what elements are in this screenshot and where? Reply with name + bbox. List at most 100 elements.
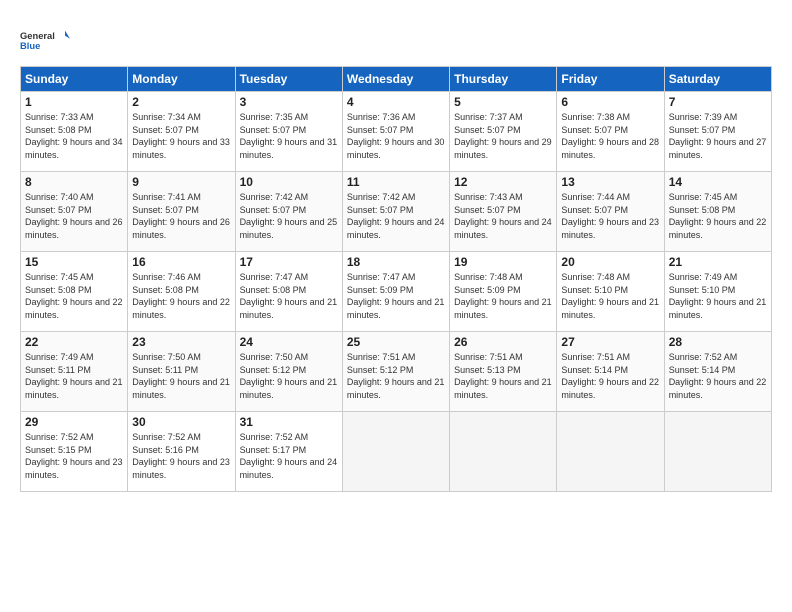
day-info: Sunrise: 7:52 AMSunset: 5:17 PMDaylight:… (240, 431, 338, 481)
calendar-cell: 2 Sunrise: 7:34 AMSunset: 5:07 PMDaylight… (128, 92, 235, 172)
day-info: Sunrise: 7:50 AMSunset: 5:11 PMDaylight:… (132, 351, 230, 401)
calendar-cell (342, 412, 449, 492)
day-info: Sunrise: 7:43 AMSunset: 5:07 PMDaylight:… (454, 191, 552, 241)
calendar-cell: 27Sunrise: 7:51 AMSunset: 5:14 PMDayligh… (557, 332, 664, 412)
week-row-2: 8 Sunrise: 7:40 AMSunset: 5:07 PMDaylight… (21, 172, 772, 252)
calendar-cell: 15 Sunrise: 7:45 AMSunset: 5:08 PMDayligh… (21, 252, 128, 332)
column-header-saturday: Saturday (664, 67, 771, 92)
day-info: Sunrise: 7:49 AMSunset: 5:11 PMDaylight:… (25, 351, 123, 401)
day-number: 1 (25, 95, 123, 109)
day-number: 22 (25, 335, 123, 349)
day-info: Sunrise: 7:45 AMSunset: 5:08 PMDaylight:… (669, 191, 767, 241)
calendar-cell: 1Sunrise: 7:33 AMSunset: 5:08 PMDaylight… (21, 92, 128, 172)
day-number: 3 (240, 95, 338, 109)
calendar-cell: 29Sunrise: 7:52 AMSunset: 5:15 PMDayligh… (21, 412, 128, 492)
day-info: Sunrise: 7:42 AMSunset: 5:07 PMDaylight:… (240, 191, 338, 241)
page-container: General Blue SundayMondayTuesdayWednesda… (0, 0, 792, 502)
day-info: Sunrise: 7:38 AMSunset: 5:07 PMDaylight:… (561, 111, 659, 161)
day-number: 17 (240, 255, 338, 269)
day-number: 30 (132, 415, 230, 429)
day-info: Sunrise: 7:39 AMSunset: 5:07 PMDaylight:… (669, 111, 767, 161)
calendar-cell: 11 Sunrise: 7:42 AMSunset: 5:07 PMDayligh… (342, 172, 449, 252)
week-row-4: 22 Sunrise: 7:49 AMSunset: 5:11 PMDayligh… (21, 332, 772, 412)
day-number: 6 (561, 95, 659, 109)
day-info: Sunrise: 7:34 AMSunset: 5:07 PMDaylight:… (132, 111, 230, 161)
day-number: 27 (561, 335, 659, 349)
day-number: 10 (240, 175, 338, 189)
calendar-cell (664, 412, 771, 492)
calendar-cell (557, 412, 664, 492)
day-number: 21 (669, 255, 767, 269)
day-number: 4 (347, 95, 445, 109)
header: General Blue (20, 16, 772, 60)
calendar-cell: 20Sunrise: 7:48 AMSunset: 5:10 PMDayligh… (557, 252, 664, 332)
calendar-cell: 26 Sunrise: 7:51 AMSunset: 5:13 PMDayligh… (450, 332, 557, 412)
calendar-cell: 7 Sunrise: 7:39 AMSunset: 5:07 PMDaylight… (664, 92, 771, 172)
day-number: 11 (347, 175, 445, 189)
day-info: Sunrise: 7:51 AMSunset: 5:13 PMDaylight:… (454, 351, 552, 401)
column-header-wednesday: Wednesday (342, 67, 449, 92)
calendar-cell: 9Sunrise: 7:41 AMSunset: 5:07 PMDaylight… (128, 172, 235, 252)
day-number: 26 (454, 335, 552, 349)
column-header-monday: Monday (128, 67, 235, 92)
logo: General Blue (20, 20, 70, 60)
day-number: 2 (132, 95, 230, 109)
calendar-cell: 16Sunrise: 7:46 AMSunset: 5:08 PMDayligh… (128, 252, 235, 332)
calendar-body: 1Sunrise: 7:33 AMSunset: 5:08 PMDaylight… (21, 92, 772, 492)
day-info: Sunrise: 7:52 AMSunset: 5:16 PMDaylight:… (132, 431, 230, 481)
calendar-cell: 4 Sunrise: 7:36 AMSunset: 5:07 PMDaylight… (342, 92, 449, 172)
calendar-header-row: SundayMondayTuesdayWednesdayThursdayFrid… (21, 67, 772, 92)
day-info: Sunrise: 7:49 AMSunset: 5:10 PMDaylight:… (669, 271, 767, 321)
day-number: 23 (132, 335, 230, 349)
day-info: Sunrise: 7:52 AMSunset: 5:14 PMDaylight:… (669, 351, 767, 401)
calendar-cell: 18Sunrise: 7:47 AMSunset: 5:09 PMDayligh… (342, 252, 449, 332)
calendar-cell: 23 Sunrise: 7:50 AMSunset: 5:11 PMDayligh… (128, 332, 235, 412)
week-row-5: 29Sunrise: 7:52 AMSunset: 5:15 PMDayligh… (21, 412, 772, 492)
week-row-1: 1Sunrise: 7:33 AMSunset: 5:08 PMDaylight… (21, 92, 772, 172)
day-number: 13 (561, 175, 659, 189)
day-number: 12 (454, 175, 552, 189)
calendar-cell: 3 Sunrise: 7:35 AMSunset: 5:07 PMDaylight… (235, 92, 342, 172)
svg-text:General: General (20, 31, 55, 41)
calendar-cell (450, 412, 557, 492)
calendar-cell: 13Sunrise: 7:44 AMSunset: 5:07 PMDayligh… (557, 172, 664, 252)
column-header-friday: Friday (557, 67, 664, 92)
day-number: 7 (669, 95, 767, 109)
calendar-table: SundayMondayTuesdayWednesdayThursdayFrid… (20, 66, 772, 492)
calendar-cell: 21 Sunrise: 7:49 AMSunset: 5:10 PMDayligh… (664, 252, 771, 332)
day-info: Sunrise: 7:42 AMSunset: 5:07 PMDaylight:… (347, 191, 445, 241)
day-info: Sunrise: 7:40 AMSunset: 5:07 PMDaylight:… (25, 191, 123, 241)
day-number: 14 (669, 175, 767, 189)
day-number: 5 (454, 95, 552, 109)
day-number: 25 (347, 335, 445, 349)
calendar-cell: 22 Sunrise: 7:49 AMSunset: 5:11 PMDayligh… (21, 332, 128, 412)
week-row-3: 15 Sunrise: 7:45 AMSunset: 5:08 PMDayligh… (21, 252, 772, 332)
column-header-thursday: Thursday (450, 67, 557, 92)
day-info: Sunrise: 7:45 AMSunset: 5:08 PMDaylight:… (25, 271, 123, 321)
day-info: Sunrise: 7:52 AMSunset: 5:15 PMDaylight:… (25, 431, 123, 481)
calendar-cell: 17 Sunrise: 7:47 AMSunset: 5:08 PMDayligh… (235, 252, 342, 332)
day-info: Sunrise: 7:51 AMSunset: 5:12 PMDaylight:… (347, 351, 445, 401)
day-info: Sunrise: 7:35 AMSunset: 5:07 PMDaylight:… (240, 111, 338, 161)
calendar-cell: 25 Sunrise: 7:51 AMSunset: 5:12 PMDayligh… (342, 332, 449, 412)
calendar-cell: 19 Sunrise: 7:48 AMSunset: 5:09 PMDayligh… (450, 252, 557, 332)
calendar-cell: 12 Sunrise: 7:43 AMSunset: 5:07 PMDayligh… (450, 172, 557, 252)
day-number: 15 (25, 255, 123, 269)
day-info: Sunrise: 7:41 AMSunset: 5:07 PMDaylight:… (132, 191, 230, 241)
day-info: Sunrise: 7:48 AMSunset: 5:09 PMDaylight:… (454, 271, 552, 321)
calendar-cell: 28 Sunrise: 7:52 AMSunset: 5:14 PMDayligh… (664, 332, 771, 412)
column-header-sunday: Sunday (21, 67, 128, 92)
calendar-cell: 10 Sunrise: 7:42 AMSunset: 5:07 PMDayligh… (235, 172, 342, 252)
calendar-cell: 30 Sunrise: 7:52 AMSunset: 5:16 PMDayligh… (128, 412, 235, 492)
day-info: Sunrise: 7:47 AMSunset: 5:09 PMDaylight:… (347, 271, 445, 321)
day-number: 8 (25, 175, 123, 189)
day-info: Sunrise: 7:50 AMSunset: 5:12 PMDaylight:… (240, 351, 338, 401)
day-info: Sunrise: 7:36 AMSunset: 5:07 PMDaylight:… (347, 111, 445, 161)
calendar-cell: 6 Sunrise: 7:38 AMSunset: 5:07 PMDaylight… (557, 92, 664, 172)
day-info: Sunrise: 7:48 AMSunset: 5:10 PMDaylight:… (561, 271, 659, 321)
day-number: 28 (669, 335, 767, 349)
calendar-cell: 5Sunrise: 7:37 AMSunset: 5:07 PMDaylight… (450, 92, 557, 172)
day-info: Sunrise: 7:47 AMSunset: 5:08 PMDaylight:… (240, 271, 338, 321)
day-number: 24 (240, 335, 338, 349)
day-number: 19 (454, 255, 552, 269)
